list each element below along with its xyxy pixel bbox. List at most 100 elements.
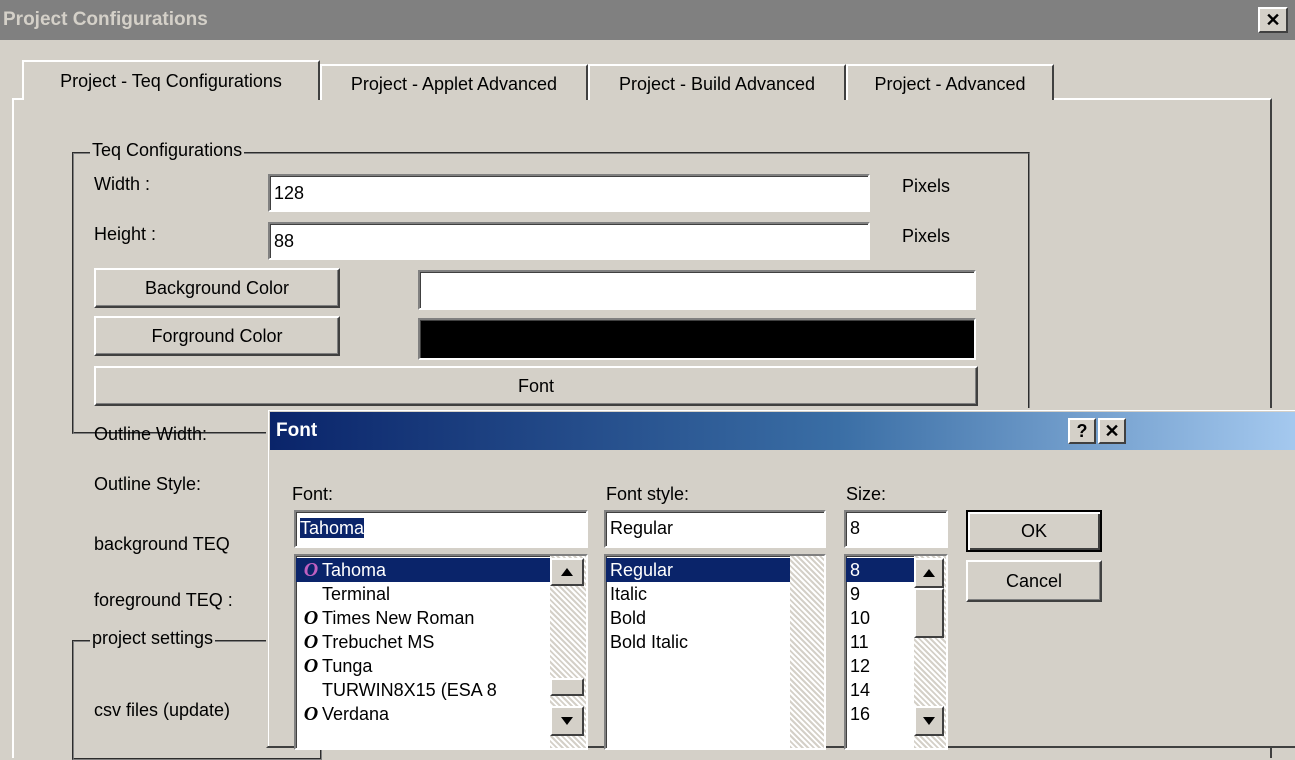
list-item[interactable]: O Times New Roman [296, 606, 550, 630]
list-item[interactable]: O Tahoma [296, 558, 550, 582]
foreground-color-swatch [418, 318, 976, 360]
list-item[interactable]: Bold [606, 606, 790, 630]
font-dialog-title-bar: Font [270, 412, 1295, 450]
window-title-bar: Project Configurations [0, 0, 1295, 40]
size-scroll-up-button[interactable] [914, 558, 944, 588]
list-item[interactable]: 14 [846, 678, 914, 702]
help-button[interactable]: ? [1068, 418, 1096, 444]
outline-style-label: Outline Style: [94, 474, 202, 494]
foreground-teq-label: foreground TEQ : [94, 590, 233, 610]
list-item[interactable]: 10 [846, 606, 914, 630]
ok-button[interactable]: OK [966, 510, 1102, 552]
list-item-label: Tunga [322, 656, 373, 676]
font-style-label: Font style: [606, 484, 690, 504]
csv-files-label: csv files (update) [94, 700, 231, 720]
list-item[interactable]: Regular [606, 558, 790, 582]
tab-teq-configurations[interactable]: Project - Teq Configurations [22, 60, 320, 100]
opentype-font-icon: O [303, 607, 319, 629]
font-style-list[interactable]: Regular Italic Bold Bold Italic [604, 554, 826, 750]
font-name-input[interactable]: Tahoma [294, 510, 588, 548]
list-item[interactable]: 8 [846, 558, 914, 582]
list-item[interactable]: 11 [846, 630, 914, 654]
list-item[interactable]: O Verdana [296, 702, 550, 726]
list-item-label: 16 [850, 704, 871, 724]
list-item[interactable]: Terminal [296, 582, 550, 606]
tab-applet-advanced[interactable]: Project - Applet Advanced [320, 64, 588, 100]
list-item[interactable]: O Trebuchet MS [296, 630, 550, 654]
height-input[interactable]: 88 [268, 222, 870, 260]
font-dialog-title: Font [276, 420, 318, 441]
list-item-label: TURWIN8X15 (ESA 8 [322, 680, 497, 700]
font-name-value: Tahoma [300, 518, 365, 538]
tab-build-advanced[interactable]: Project - Build Advanced [588, 64, 846, 100]
outline-width-label: Outline Width: [94, 424, 208, 444]
list-item[interactable]: Italic [606, 582, 790, 606]
arrow-up-icon [561, 568, 573, 576]
list-item[interactable]: 16 [846, 702, 914, 726]
size-scroll-thumb[interactable] [914, 588, 944, 638]
dialog-close-button[interactable]: ✕ [1098, 418, 1126, 444]
list-item-label: Tahoma [322, 560, 387, 580]
width-input[interactable]: 128 [268, 174, 870, 212]
height-unit: Pixels [902, 226, 951, 246]
arrow-down-icon [561, 717, 573, 725]
arrow-down-icon [923, 717, 935, 725]
background-color-swatch [418, 270, 976, 310]
font-style-input[interactable]: Regular [604, 510, 826, 548]
font-list-scrollbar[interactable] [550, 556, 586, 748]
list-item-label: Terminal [322, 584, 391, 604]
list-item-label: Trebuchet MS [322, 632, 435, 652]
list-item-label: Verdana [322, 704, 390, 724]
list-item[interactable]: 9 [846, 582, 914, 606]
opentype-font-icon: O [303, 559, 319, 581]
cancel-button[interactable]: Cancel [966, 560, 1102, 602]
list-item-label: Regular [610, 560, 674, 580]
font-list[interactable]: O Tahoma Terminal O Times New Roman O Trebuche… [294, 554, 588, 750]
scroll-up-button[interactable] [550, 558, 584, 586]
window-close-button[interactable]: ✕ [1258, 7, 1288, 33]
opentype-font-icon: O [303, 703, 319, 725]
list-item-label: 9 [850, 584, 861, 604]
list-item-label: Times New Roman [322, 608, 475, 628]
size-list-scrollbar[interactable] [914, 556, 946, 748]
tab-label: Project - Build Advanced [618, 74, 816, 94]
font-button[interactable]: Font [94, 366, 978, 406]
font-dialog: Font ? ✕ Font: Tahoma O Tahoma Terminal O Ti… [266, 408, 1295, 750]
list-item-label: 14 [850, 680, 871, 700]
list-item-label: Italic [610, 584, 648, 604]
list-item-label: 12 [850, 656, 871, 676]
close-icon: ✕ [1265, 10, 1281, 30]
list-item-label: 11 [850, 632, 869, 652]
width-label: Width : [94, 174, 151, 194]
scroll-down-button[interactable] [550, 706, 584, 736]
project-settings-legend: project settings [90, 628, 216, 649]
width-unit: Pixels [902, 176, 951, 196]
list-item[interactable]: 12 [846, 654, 914, 678]
size-label: Size: [846, 484, 887, 504]
tab-advanced[interactable]: Project - Advanced [846, 64, 1054, 100]
style-list-scrollbar [790, 556, 824, 748]
font-label: Font: [292, 484, 334, 504]
list-item[interactable]: Bold Italic [606, 630, 790, 654]
list-item-label: Bold Italic [610, 632, 689, 652]
list-item[interactable]: O Tunga [296, 654, 550, 678]
list-item-label: Bold [610, 608, 647, 628]
window-title: Project Configurations [3, 9, 208, 30]
close-icon: ✕ [1104, 421, 1120, 441]
size-scroll-down-button[interactable] [914, 706, 944, 736]
scroll-thumb[interactable] [550, 678, 584, 696]
list-item[interactable]: TURWIN8X15 (ESA 8 [296, 678, 550, 702]
tab-label: Project - Advanced [874, 74, 1026, 94]
foreground-color-button[interactable]: Forground Color [94, 316, 340, 356]
teq-configurations-legend: Teq Configurations [90, 140, 245, 161]
size-input[interactable]: 8 [844, 510, 948, 548]
size-list[interactable]: 8 9 10 11 12 14 16 [844, 554, 948, 750]
tab-label: Project - Applet Advanced [350, 74, 558, 94]
opentype-font-icon: O [303, 631, 319, 653]
height-label: Height : [94, 224, 157, 244]
background-teq-label: background TEQ [94, 534, 230, 554]
background-color-button[interactable]: Background Color [94, 268, 340, 308]
arrow-up-icon [923, 569, 935, 577]
opentype-font-icon: O [303, 655, 319, 677]
help-icon: ? [1076, 421, 1088, 441]
